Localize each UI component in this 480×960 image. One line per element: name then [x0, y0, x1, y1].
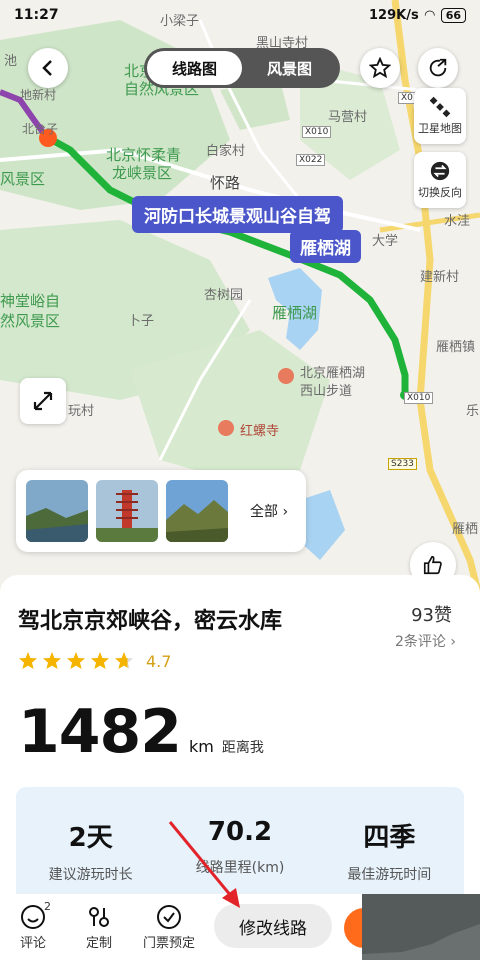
map-label: 大学 [372, 234, 399, 249]
distance-suffix: 距离我 [221, 740, 264, 756]
network-speed: 129K/s [368, 7, 419, 23]
expand-icon [33, 391, 53, 411]
star-rating: 4.7 [18, 651, 171, 671]
rating-star-icon [67, 652, 85, 669]
favorite-button[interactable] [360, 48, 400, 88]
comments-link[interactable]: 2条评论 › [395, 631, 456, 651]
rating-stars [19, 652, 133, 669]
reverse-direction-label: 切换反向 [418, 186, 462, 199]
route-stats: 2天 建议游玩时长 70.2 线路里程(km) 四季 最佳游玩时间 [16, 787, 464, 907]
back-button[interactable] [28, 48, 68, 88]
lake-callout[interactable]: 雁栖湖 [290, 230, 361, 263]
route-callout[interactable]: 河防口长城景观山谷自驾 [132, 196, 343, 233]
satellite-map-label: 卫星地图 [418, 122, 462, 135]
map-label: 池 [4, 54, 18, 69]
stat-value: 70.2 [207, 817, 273, 847]
map-label: 龙峡景区 [112, 164, 173, 182]
map-label: 地新村 [20, 88, 57, 102]
map-label: 北京雁栖湖 [300, 366, 366, 381]
map-label: 北台子 [22, 122, 59, 136]
rating-star-icon [43, 652, 61, 669]
status-time: 11:27 [14, 7, 59, 23]
star-outline-icon [369, 57, 391, 79]
map-label: 神堂峪自 [0, 292, 61, 310]
thumbs-up-icon [423, 555, 442, 575]
photo-thumbnail[interactable] [96, 480, 158, 542]
share-button[interactable] [418, 48, 458, 88]
comment-label: 评论 [19, 935, 46, 951]
like-count: 93赞 [411, 605, 452, 626]
overlay-corner [362, 894, 480, 960]
map-label: 雁栖镇 [436, 340, 476, 355]
map-label: 马营村 [328, 110, 368, 125]
rating-star-icon [19, 652, 37, 669]
map-label: 风景区 [0, 170, 46, 188]
photo-gallery[interactable]: 全部 › [16, 470, 306, 552]
distance-number: 1482 [18, 697, 182, 767]
stat-value: 四季 [363, 823, 416, 853]
satellite-icon [429, 96, 451, 118]
comment-button[interactable]: 2 评论 [0, 900, 66, 951]
stat-label: 线路里程(km) [195, 860, 285, 876]
stat-best-season: 四季 最佳游玩时间 [315, 787, 464, 907]
route-pin-icon [89, 906, 109, 927]
road-sign: X010 [404, 392, 434, 404]
stat-label: 建议游玩时长 [48, 867, 133, 883]
map-label: 怀路 [210, 174, 241, 192]
map-label: 然风景区 [0, 312, 61, 330]
map-label: 红螺寺 [240, 424, 280, 439]
ticket-booking-label: 门票预定 [142, 935, 195, 951]
map-label: 杏树园 [204, 288, 244, 303]
rating-star-icon [115, 652, 133, 669]
tab-scenery-map[interactable]: 风景图 [242, 51, 337, 85]
view-toggle[interactable]: 线路图 风景图 [144, 48, 340, 88]
rating-value: 4.7 [146, 651, 172, 671]
check-circle-icon [157, 904, 181, 929]
satellite-map-button[interactable]: 卫星地图 [414, 88, 466, 144]
map-label: 建新村 [420, 270, 460, 285]
comment-count: 2 [44, 899, 51, 913]
stat-value: 2天 [68, 823, 113, 853]
chevron-left-icon [42, 60, 52, 76]
distance-display: 1482 km 距离我 [18, 697, 264, 767]
map-label: 北京怀柔青 [106, 146, 182, 164]
customize-label: 定制 [85, 935, 112, 951]
ticket-booking-button[interactable]: 门票预定 [132, 904, 206, 951]
distance-unit: km [189, 737, 214, 756]
rating-star-icon [91, 652, 109, 669]
modify-route-button[interactable]: 修改线路 [214, 904, 332, 948]
map-label: 雁栖 [452, 522, 479, 537]
map-label: 西山步道 [300, 384, 353, 399]
wifi-icon: ◠ [424, 7, 435, 23]
tab-route-map[interactable]: 线路图 [147, 51, 242, 85]
map-label: 雁栖湖 [272, 304, 318, 322]
map-label: 水洼 [444, 214, 471, 229]
map-label: 卜子 [128, 314, 155, 329]
map-label: 白家村 [206, 144, 246, 159]
stat-label: 最佳游玩时间 [347, 867, 432, 883]
smile-icon [21, 904, 45, 929]
road-sign: X010 [302, 126, 332, 138]
battery-indicator: 66 [440, 7, 466, 23]
stat-duration: 2天 建议游玩时长 [16, 787, 165, 907]
road-sign: X022 [296, 154, 326, 166]
poi-marker-icon[interactable] [218, 420, 234, 436]
road-sign: S233 [388, 458, 417, 470]
stat-mileage: 70.2 线路里程(km) [165, 787, 314, 907]
poi-marker-icon[interactable] [278, 368, 294, 384]
fullscreen-button[interactable] [20, 378, 66, 424]
reverse-direction-button[interactable]: 切换反向 [414, 152, 466, 208]
swap-icon [430, 161, 450, 181]
photo-thumbnail[interactable] [166, 480, 228, 542]
status-bar: 11:27 129K/s ◠ 66 [0, 0, 480, 30]
photo-thumbnail[interactable] [26, 480, 88, 542]
route-title: 驾北京京郊峡谷，密云水库 [18, 609, 283, 634]
customize-button[interactable]: 定制 [66, 904, 132, 951]
map-label: 玩村 [68, 404, 95, 419]
view-all-photos[interactable]: 全部 › [250, 501, 288, 521]
map-label: 乐 [466, 404, 480, 419]
share-icon [429, 58, 447, 77]
